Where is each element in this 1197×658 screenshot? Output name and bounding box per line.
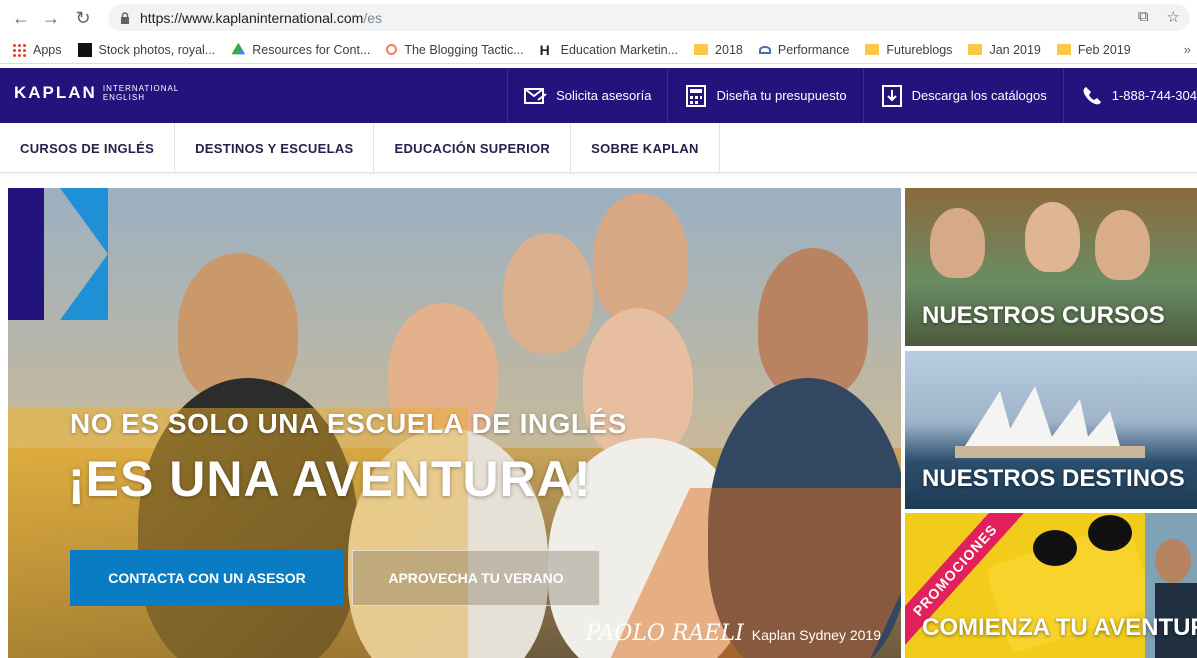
back-icon[interactable]: ← — [8, 5, 34, 31]
nav-higher-education[interactable]: EDUCACIÓN SUPERIOR — [374, 123, 572, 173]
top-link-label: Descarga los catálogos — [911, 88, 1047, 103]
bookmark-label: Education Marketin... — [560, 42, 679, 57]
bookmark-label: The Blogging Tactic... — [404, 42, 524, 57]
nav-english-courses[interactable]: CURSOS DE INGLÉS — [0, 123, 176, 173]
folder-icon — [1056, 44, 1071, 55]
tile-label: COMIENZA TU AVENTURA — [922, 614, 1197, 641]
contact-advisor-button[interactable]: CONTACTA CON UN ASESOR — [70, 550, 344, 606]
bookmark-istock[interactable]: Stock photos, royal... — [70, 36, 224, 64]
courses-tile[interactable]: NUESTROS CURSOS — [905, 188, 1197, 346]
h-icon: H — [539, 41, 550, 58]
logo-wordmark: KAPLAN — [14, 83, 97, 102]
performance-icon — [758, 45, 771, 54]
folder-icon — [968, 44, 983, 55]
logo-sub-line-1: INTERNATIONAL — [102, 84, 180, 93]
tile-photo-person — [930, 208, 985, 278]
hubspot-icon — [386, 44, 398, 55]
bookmark-label: Feb 2019 — [1077, 42, 1131, 57]
credit-text: Kaplan Sydney 2019 — [751, 627, 881, 643]
site-header: KAPLAN INTERNATIONAL ENGLISH Solicita as… — [0, 68, 1197, 123]
top-link-label: 1-888-744-304 — [1111, 88, 1197, 103]
hero-subtitle: NO ES SOLO UNA ESCUELA DE INGLÉS — [70, 408, 627, 439]
tile-label: NUESTROS DESTINOS — [922, 465, 1185, 492]
calculator-icon — [684, 84, 708, 108]
top-link-label: Solicita asesoría — [556, 88, 652, 103]
bookmark-label: Resources for Cont... — [252, 42, 371, 57]
summer-offer-button[interactable]: APROVECHA TU VERANO — [352, 550, 600, 606]
credit-name: PAOLO RAELI — [585, 621, 744, 646]
bookmark-label: Stock photos, royal... — [98, 42, 216, 57]
phone-icon — [1080, 84, 1104, 108]
apps-grid-icon — [12, 42, 26, 57]
bookmark-jan-2019[interactable]: Jan 2019 — [960, 36, 1048, 64]
bookmark-label: Jan 2019 — [989, 42, 1041, 57]
nav-about-kaplan[interactable]: SOBRE KAPLAN — [571, 123, 720, 173]
hero-photo-person — [503, 233, 593, 353]
kaplan-logo[interactable]: KAPLAN INTERNATIONAL ENGLISH — [14, 83, 179, 103]
lock-icon — [121, 11, 129, 24]
bookmark-hubspot[interactable]: The Blogging Tactic... — [378, 36, 531, 64]
top-link-label: Diseña tu presupuesto — [716, 88, 847, 103]
bookmark-feb-2019[interactable]: Feb 2019 — [1049, 36, 1139, 64]
address-bar[interactable]: https://www.kaplaninternational.com/es ⧉… — [108, 4, 1190, 31]
bookmark-futureblogs[interactable]: Futureblogs — [857, 36, 960, 64]
bookmark-label: Performance — [777, 42, 850, 57]
folder-icon — [694, 44, 709, 55]
phone-link[interactable]: 1-888-744-304 — [1062, 68, 1197, 123]
tile-photo-person — [1095, 210, 1150, 280]
kaplan-k-mark — [8, 188, 44, 320]
hero-banner: NO ES SOLO UNA ESCUELA DE INGLÉS ¡ES UNA… — [8, 188, 901, 658]
reload-icon[interactable]: ↻ — [70, 5, 96, 31]
download-icon — [880, 84, 904, 108]
promotions-tile[interactable]: PROMOCIONES COMIENZA TU AVENTURA — [905, 513, 1197, 658]
bookmark-2018[interactable]: 2018 — [686, 36, 751, 64]
hero-photo-person — [593, 193, 688, 323]
bookmarks-bar: Apps Stock photos, royal... Resources fo… — [0, 36, 1197, 64]
drive-icon — [231, 42, 246, 55]
browser-toolbar: ← → ↻ https://www.kaplaninternational.co… — [0, 0, 1197, 36]
main-nav: CURSOS DE INGLÉS DESTINOS Y ESCUELAS EDU… — [0, 123, 1197, 173]
url-host: https://www.kaplaninternational.com — [140, 9, 364, 26]
bookmark-label: Futureblogs — [886, 42, 953, 57]
url-path: /es — [363, 9, 383, 26]
bookmark-drive[interactable]: Resources for Cont... — [223, 36, 378, 64]
tile-photo-person — [1025, 202, 1080, 272]
folder-icon — [865, 44, 880, 55]
more-bookmarks-icon[interactable]: » — [1184, 42, 1191, 57]
logo-sub-line-2: ENGLISH — [102, 93, 145, 102]
istock-icon — [77, 42, 92, 57]
hero-title: ¡ES UNA AVENTURA! — [68, 451, 592, 507]
kaplan-k-mark-arm — [60, 254, 108, 320]
nav-destinations[interactable]: DESTINOS Y ESCUELAS — [175, 123, 375, 173]
photo-credit: PAOLO RAELI Kaplan Sydney 2019 — [586, 621, 881, 646]
budget-link[interactable]: Diseña tu presupuesto — [667, 68, 862, 123]
star-icon[interactable]: ☆ — [1167, 8, 1180, 26]
mail-send-icon — [524, 84, 548, 108]
catalogs-link[interactable]: Descarga los catálogos — [862, 68, 1063, 123]
advice-link[interactable]: Solicita asesoría — [507, 68, 667, 123]
hero-photo-person — [758, 248, 868, 398]
bookmark-label: 2018 — [715, 42, 743, 57]
logo-subtitle: INTERNATIONAL ENGLISH — [103, 84, 179, 102]
destinations-tile[interactable]: NUESTROS DESTINOS — [905, 351, 1197, 509]
forward-icon[interactable]: → — [38, 5, 64, 31]
bookmark-education[interactable]: H Education Marketin... — [532, 36, 686, 64]
bookmark-performance[interactable]: Performance — [751, 36, 858, 64]
hero-color-overlay — [8, 408, 468, 658]
tile-label: NUESTROS CURSOS — [922, 302, 1165, 329]
translate-icon[interactable]: ⧉ — [1138, 8, 1149, 26]
bookmark-apps[interactable]: Apps — [0, 36, 70, 64]
kaplan-k-mark-arm — [60, 188, 108, 254]
bookmark-label: Apps — [33, 42, 62, 57]
